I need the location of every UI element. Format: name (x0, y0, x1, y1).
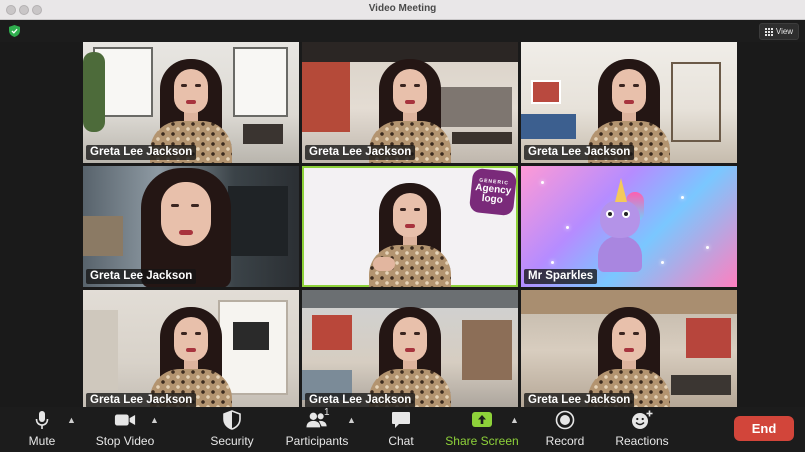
participants-button[interactable]: 1 Participants (283, 407, 351, 451)
video-tile[interactable]: Greta Lee Jackson (302, 290, 518, 411)
meeting-toolbar: Mute ▲ Stop Video ▲ Security 1 Participa… (0, 407, 805, 452)
video-tile[interactable]: Greta Lee Jackson (521, 42, 737, 163)
end-meeting-button[interactable]: End (734, 416, 794, 441)
participants-label: Participants (285, 434, 349, 448)
participant-name: Greta Lee Jackson (524, 393, 635, 408)
view-button[interactable]: View (759, 23, 799, 40)
video-tile[interactable]: Greta Lee Jackson (83, 166, 299, 287)
meeting-window: Video Meeting View Greta Lee Jackson Gre… (0, 0, 805, 452)
video-tile[interactable]: Greta Lee Jackson (521, 290, 737, 411)
share-screen-label: Share Screen (445, 434, 519, 448)
chat-bubble-icon (392, 412, 410, 428)
participant-name: Greta Lee Jackson (86, 269, 197, 284)
record-icon (555, 410, 575, 430)
participant-name: Mr Sparkles (524, 269, 598, 284)
participants-options-caret[interactable]: ▲ (347, 415, 356, 425)
grid-view-icon (764, 27, 773, 36)
video-grid: Greta Lee Jackson Greta Lee Jackson Gret… (0, 42, 805, 411)
title-bar: Video Meeting (0, 0, 805, 20)
record-button[interactable]: Record (544, 409, 586, 451)
share-screen-button[interactable]: Share Screen (445, 409, 519, 451)
chat-label: Chat (388, 434, 414, 448)
share-options-caret[interactable]: ▲ (510, 415, 519, 425)
stop-video-button[interactable]: Stop Video (92, 409, 158, 451)
participants-count: 1 (324, 407, 330, 418)
unicorn-avatar (596, 178, 644, 272)
participant-name: Greta Lee Jackson (86, 393, 197, 408)
video-tile[interactable]: Mr Sparkles (521, 166, 737, 287)
agency-logo: GENERIC Agency logo (468, 167, 518, 217)
stop-video-label: Stop Video (95, 434, 155, 448)
share-screen-icon (472, 412, 492, 427)
participant-name: Greta Lee Jackson (86, 145, 197, 160)
participant-name: Greta Lee Jackson (305, 393, 416, 408)
video-options-caret[interactable]: ▲ (150, 415, 159, 425)
audio-options-caret[interactable]: ▲ (67, 415, 76, 425)
reactions-button[interactable]: Reactions (614, 409, 670, 451)
participant-name: Greta Lee Jackson (524, 145, 635, 160)
security-button[interactable]: Security (207, 409, 257, 451)
encryption-shield-icon[interactable] (9, 25, 20, 37)
reactions-label: Reactions (615, 434, 669, 448)
mute-button[interactable]: Mute (24, 409, 60, 451)
reaction-smiley-icon (632, 410, 653, 429)
video-tile[interactable]: Greta Lee Jackson (302, 42, 518, 163)
security-shield-icon (223, 410, 241, 430)
active-speaker-tile[interactable]: GENERIC Agency logo (302, 166, 518, 287)
view-label: View (775, 27, 794, 36)
record-label: Record (545, 434, 585, 448)
video-tile[interactable]: Greta Lee Jackson (83, 290, 299, 411)
window-title: Video Meeting (368, 3, 437, 14)
microphone-icon (35, 411, 49, 429)
participant-name: Greta Lee Jackson (305, 145, 416, 160)
mute-label: Mute (28, 434, 56, 448)
video-camera-icon (114, 414, 136, 426)
chat-button[interactable]: Chat (384, 409, 418, 451)
security-label: Security (210, 434, 254, 448)
meeting-topbar (0, 20, 805, 42)
video-tile[interactable]: Greta Lee Jackson (83, 42, 299, 163)
